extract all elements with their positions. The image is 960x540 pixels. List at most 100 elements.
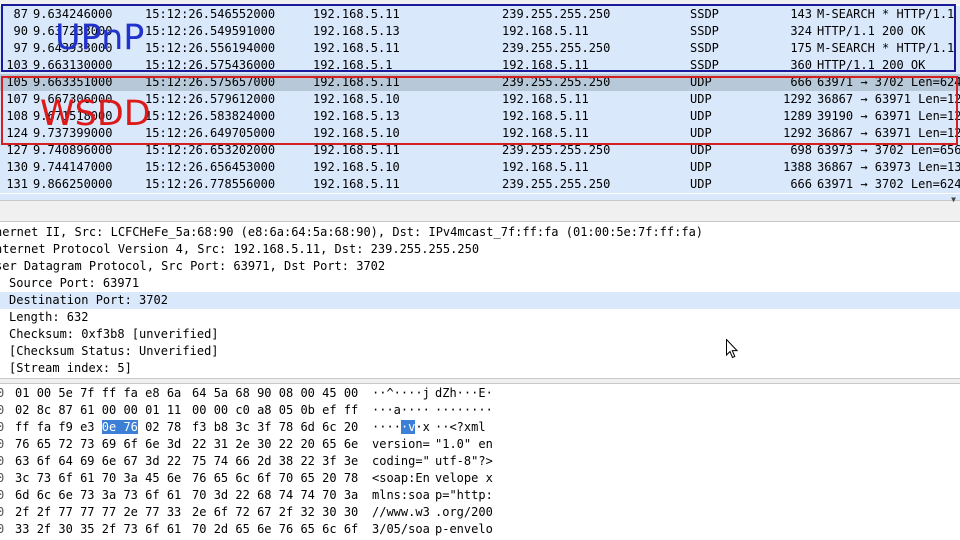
hex-byte[interactable]: 00: [123, 403, 137, 417]
hex-byte[interactable]: 6e: [167, 471, 181, 485]
hex-byte[interactable]: 69: [102, 437, 116, 451]
packet-details-pane[interactable]: hernet II, Src: LCFCHeFe_5a:68:90 (e8:6a…: [0, 224, 960, 378]
hex-byte[interactable]: f3: [192, 420, 206, 434]
packet-row[interactable]: 97 9.643933000 15:12:26.556194000 192.168.5…: [0, 40, 960, 57]
hex-byte[interactable]: 30: [58, 522, 72, 536]
hex-byte[interactable]: ef: [322, 403, 336, 417]
hex-row[interactable]: 0 76 65 72 73 69 6f 6e 3d 22 31 2e 30 22 2…: [0, 436, 960, 453]
hex-byte[interactable]: 3d: [145, 454, 159, 468]
hex-byte[interactable]: 61: [167, 522, 181, 536]
hex-byte[interactable]: ff: [344, 403, 358, 417]
hex-row[interactable]: 0 3c 73 6f 61 70 3a 45 6e 76 65 6c 6f 70 6…: [0, 470, 960, 487]
packet-row[interactable]: 131 9.866250000 15:12:26.778556000 192.168.…: [0, 176, 960, 193]
hex-ascii[interactable]: "1.0" en: [435, 436, 493, 453]
hex-byte[interactable]: 65: [235, 522, 249, 536]
hex-byte[interactable]: 3f: [257, 420, 271, 434]
hex-byte[interactable]: ff: [15, 420, 29, 434]
hex-byte[interactable]: 76: [123, 420, 138, 434]
hex-byte[interactable]: 73: [123, 488, 137, 502]
hex-byte[interactable]: 2f: [37, 505, 51, 519]
hex-byte[interactable]: 20: [300, 437, 314, 451]
hex-byte[interactable]: 67: [123, 454, 137, 468]
hex-byte[interactable]: 45: [322, 386, 336, 400]
hex-byte[interactable]: 33: [15, 522, 29, 536]
hex-byte[interactable]: 6f: [123, 437, 137, 451]
hex-byte[interactable]: b8: [214, 420, 228, 434]
hex-byte[interactable]: 33: [167, 505, 181, 519]
hex-ascii[interactable]: p="http:: [435, 487, 493, 504]
hex-byte[interactable]: 3d: [214, 488, 228, 502]
detail-tree-item[interactable]: hernet II, Src: LCFCHeFe_5a:68:90 (e8:6a…: [0, 224, 960, 241]
hex-byte[interactable]: 5e: [58, 386, 72, 400]
hex-byte[interactable]: 01: [15, 386, 29, 400]
hex-byte[interactable]: 00: [344, 386, 358, 400]
hex-byte[interactable]: 2e: [192, 505, 206, 519]
hex-byte[interactable]: 0e: [101, 420, 117, 434]
hex-ascii[interactable]: <soap:En: [372, 470, 430, 487]
hex-byte[interactable]: 68: [257, 488, 271, 502]
hex-row[interactable]: 0 01 00 5e 7f ff fa e8 6a 64 5a 68 90 08 0…: [0, 385, 960, 402]
hex-byte[interactable]: 78: [344, 471, 358, 485]
hex-byte[interactable]: 2f: [279, 505, 293, 519]
hex-byte[interactable]: 2f: [15, 505, 29, 519]
hex-byte[interactable]: 2f: [37, 522, 51, 536]
hex-byte[interactable]: 2e: [123, 505, 137, 519]
hex-byte[interactable]: 31: [214, 437, 228, 451]
hex-ascii[interactable]: coding=": [372, 453, 430, 470]
hex-byte[interactable]: 77: [80, 505, 94, 519]
hex-byte[interactable]: 72: [235, 505, 249, 519]
hex-ascii[interactable]: .org/200: [435, 504, 493, 521]
hex-byte[interactable]: 77: [58, 505, 72, 519]
hex-row[interactable]: 0 6d 6c 6e 73 3a 73 6f 61 70 3d 22 68 74 7…: [0, 487, 960, 504]
hex-byte[interactable]: 72: [58, 437, 72, 451]
packet-row[interactable]: 103 9.663130000 15:12:26.575436000 192.168.…: [0, 57, 960, 74]
hex-byte[interactable]: 3a: [344, 488, 358, 502]
hex-byte[interactable]: 22: [192, 437, 206, 451]
hex-ascii[interactable]: dZh···E·: [435, 385, 493, 402]
hex-byte[interactable]: 30: [344, 505, 358, 519]
hex-byte[interactable]: 77: [102, 505, 116, 519]
hex-byte[interactable]: 01: [145, 403, 159, 417]
hex-byte[interactable]: 3a: [102, 488, 116, 502]
hex-byte[interactable]: 73: [80, 488, 94, 502]
hex-byte[interactable]: 90: [257, 386, 271, 400]
hex-byte[interactable]: 76: [279, 522, 293, 536]
hex-byte[interactable]: 73: [37, 471, 51, 485]
hex-ascii[interactable]: ···a····: [372, 402, 430, 419]
hex-byte[interactable]: 22: [235, 488, 249, 502]
hex-byte[interactable]: 6c: [322, 522, 336, 536]
hex-byte[interactable]: 3c: [15, 471, 29, 485]
hex-byte[interactable]: e3: [80, 420, 94, 434]
hex-byte[interactable]: 6c: [322, 420, 336, 434]
hex-byte[interactable]: 6e: [58, 488, 72, 502]
hex-row[interactable]: 0 33 2f 30 35 2f 73 6f 61 70 2d 65 6e 76 6…: [0, 521, 960, 538]
hex-byte[interactable]: 70: [279, 471, 293, 485]
packet-row[interactable]: 90 9.637233000 15:12:26.549591000 192.168.5…: [0, 23, 960, 40]
hex-ascii[interactable]: velope x: [435, 470, 493, 487]
hex-byte[interactable]: fa: [123, 386, 137, 400]
hex-byte[interactable]: 8c: [37, 403, 51, 417]
hex-byte[interactable]: 69: [80, 454, 94, 468]
detail-tree-item[interactable]: Checksum: 0xf3b8 [unverified]: [0, 326, 960, 343]
hex-byte[interactable]: 6a: [167, 386, 181, 400]
detail-tree-item[interactable]: nternet Protocol Version 4, Src: 192.168…: [0, 241, 960, 258]
hex-byte[interactable]: 5a: [214, 386, 228, 400]
detail-tree-item[interactable]: Length: 632: [0, 309, 960, 326]
hex-byte[interactable]: 3e: [344, 454, 358, 468]
hex-byte[interactable]: 74: [279, 488, 293, 502]
pane-splitter[interactable]: [0, 200, 960, 222]
hex-byte[interactable]: 65: [300, 522, 314, 536]
hex-byte[interactable]: 6f: [37, 454, 51, 468]
hex-byte[interactable]: 61: [80, 403, 94, 417]
hex-byte[interactable]: 6f: [214, 505, 228, 519]
pane-splitter-bottom[interactable]: [0, 378, 960, 384]
hex-byte[interactable]: 6f: [145, 488, 159, 502]
hex-byte[interactable]: 6d: [15, 488, 29, 502]
hex-byte[interactable]: 70: [192, 522, 206, 536]
hex-byte[interactable]: 6f: [344, 522, 358, 536]
hex-byte[interactable]: 30: [257, 437, 271, 451]
hex-byte[interactable]: 6f: [58, 471, 72, 485]
scroll-down-arrow-icon[interactable]: ▼: [951, 195, 956, 204]
hex-ascii[interactable]: //www.w3: [372, 504, 430, 521]
hex-row[interactable]: 0 63 6f 64 69 6e 67 3d 22 75 74 66 2d 38 2…: [0, 453, 960, 470]
